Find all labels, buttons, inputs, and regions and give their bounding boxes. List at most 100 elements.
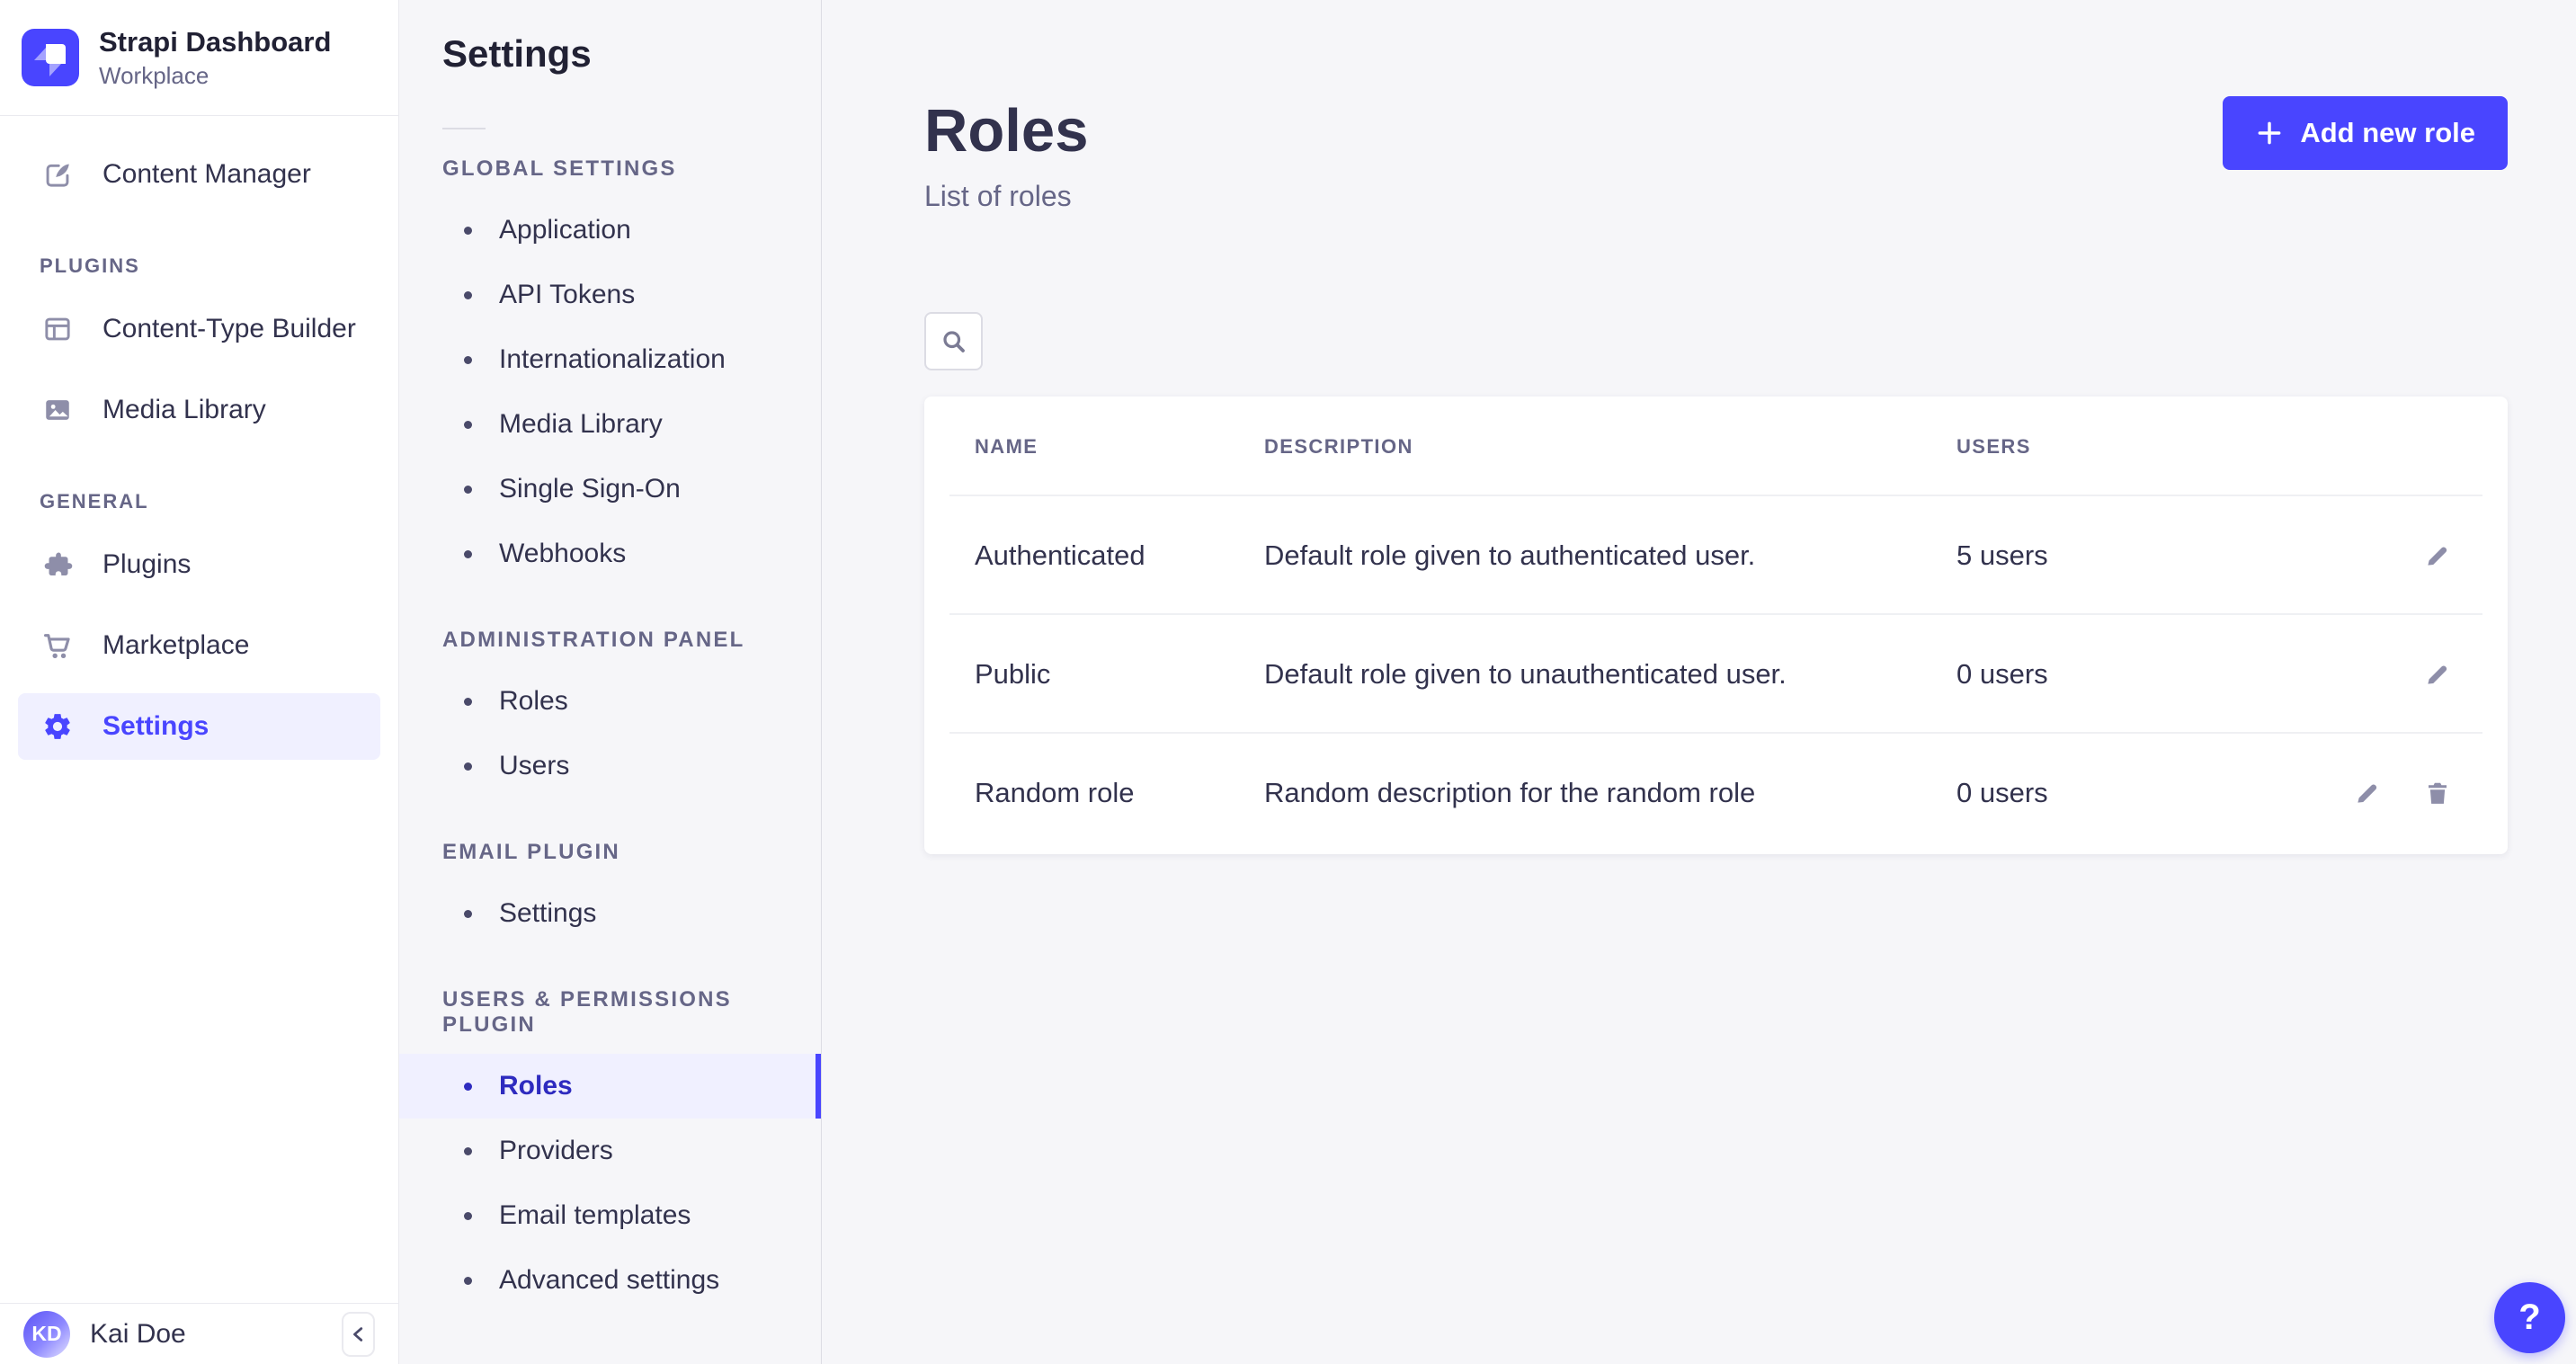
column-header-description: DESCRIPTION: [1264, 435, 1957, 459]
main-content: Roles List of roles Add new role NAME DE…: [822, 0, 2576, 1364]
brand-title: Strapi Dashboard: [99, 26, 331, 58]
user-name: Kai Doe: [90, 1319, 186, 1350]
role-users-count: 5 users: [1957, 539, 2224, 572]
section-users-permissions-plugin: USERS & PERMISSIONS PLUGIN: [442, 987, 778, 1038]
settings-item-label: Webhooks: [499, 539, 626, 569]
sidebar-item-label: Plugins: [103, 549, 191, 580]
help-button-label: ?: [2518, 1297, 2540, 1338]
brand-header: Strapi Dashboard Workplace: [0, 0, 398, 116]
main-nav-list: Content Manager PLUGINS Content-Type Bui…: [0, 116, 398, 760]
settings-sidebar-title: Settings: [442, 32, 821, 76]
settings-item-label: API Tokens: [499, 280, 635, 310]
pencil-icon: [2424, 542, 2451, 569]
add-new-role-button[interactable]: Add new role: [2223, 96, 2508, 170]
column-header-name: NAME: [975, 435, 1264, 459]
sidebar-item-label: Content-Type Builder: [103, 314, 356, 344]
role-name: Random role: [975, 777, 1264, 809]
sidebar-footer: KD Kai Doe: [0, 1303, 398, 1364]
brand-text: Strapi Dashboard Workplace: [99, 26, 331, 90]
row-actions: [2224, 655, 2457, 694]
section-email-plugin: EMAIL PLUGIN: [442, 840, 778, 865]
nav-section-plugins: PLUGINS: [40, 254, 359, 278]
bullet-icon: [464, 1147, 472, 1155]
brand-subtitle: Workplace: [99, 62, 331, 90]
sidebar-item-content-type-builder[interactable]: Content-Type Builder: [18, 296, 380, 362]
bullet-icon: [464, 1277, 472, 1285]
settings-item-label: Application: [499, 215, 631, 245]
sidebar-item-settings[interactable]: Settings: [18, 693, 380, 760]
sidebar-item-label: Settings: [103, 711, 209, 742]
sidebar-item-plugins[interactable]: Plugins: [18, 531, 380, 598]
add-new-role-label: Add new role: [2300, 117, 2475, 149]
chevron-left-icon: [349, 1324, 369, 1344]
nav-section-general: GENERAL: [40, 490, 359, 513]
settings-item-media-library[interactable]: Media Library: [399, 392, 821, 457]
settings-gear-icon: [41, 710, 74, 743]
page-title: Roles: [924, 96, 1088, 165]
settings-item-advanced-settings[interactable]: Advanced settings: [399, 1248, 821, 1313]
section-administration-panel: ADMINISTRATION PANEL: [442, 628, 778, 653]
sidebar-item-media-library[interactable]: Media Library: [18, 377, 380, 443]
role-users-count: 0 users: [1957, 658, 2224, 691]
role-description: Default role given to authenticated user…: [1264, 539, 1957, 572]
strapi-logo-icon: [22, 29, 79, 86]
settings-item-up-roles[interactable]: Roles: [399, 1054, 821, 1119]
bullet-icon: [464, 910, 472, 918]
content-type-builder-icon: [41, 313, 74, 345]
settings-item-label: Advanced settings: [499, 1265, 719, 1296]
bullet-icon: [464, 698, 472, 706]
settings-sidebar: Settings GLOBAL SETTINGS Application API…: [399, 0, 822, 1364]
edit-role-button[interactable]: [2348, 773, 2387, 813]
settings-item-api-tokens[interactable]: API Tokens: [399, 263, 821, 327]
table-row[interactable]: Random role Random description for the r…: [924, 734, 2508, 852]
content-manager-icon: [41, 158, 74, 191]
role-description: Random description for the random role: [1264, 777, 1957, 809]
bullet-icon: [464, 550, 472, 558]
settings-item-admin-users[interactable]: Users: [399, 734, 821, 798]
settings-item-internationalization[interactable]: Internationalization: [399, 327, 821, 392]
settings-item-email-settings[interactable]: Settings: [399, 881, 821, 946]
search-button[interactable]: [924, 312, 983, 370]
sidebar-item-label: Content Manager: [103, 159, 311, 190]
bullet-icon: [464, 227, 472, 235]
help-button[interactable]: ?: [2494, 1282, 2565, 1353]
settings-item-label: Settings: [499, 898, 596, 929]
page-header: Roles List of roles Add new role: [822, 0, 2576, 213]
delete-role-button[interactable]: [2418, 773, 2457, 813]
search-icon: [940, 328, 967, 355]
settings-item-admin-roles[interactable]: Roles: [399, 669, 821, 734]
table-row[interactable]: Public Default role given to unauthentic…: [924, 615, 2508, 734]
role-description: Default role given to unauthenticated us…: [1264, 658, 1957, 691]
settings-item-providers[interactable]: Providers: [399, 1119, 821, 1183]
page-heading-block: Roles List of roles: [924, 96, 1088, 213]
role-name: Public: [975, 658, 1264, 691]
trash-icon: [2424, 780, 2451, 807]
app-root: Strapi Dashboard Workplace Content Manag…: [0, 0, 2576, 1364]
collapse-sidebar-button[interactable]: [342, 1312, 375, 1357]
settings-item-label: Email templates: [499, 1200, 691, 1231]
divider: [442, 128, 486, 129]
table-row[interactable]: Authenticated Default role given to auth…: [924, 496, 2508, 615]
plugins-puzzle-icon: [41, 548, 74, 581]
sidebar-item-marketplace[interactable]: Marketplace: [18, 612, 380, 679]
settings-item-webhooks[interactable]: Webhooks: [399, 522, 821, 586]
sidebar-item-content-manager[interactable]: Content Manager: [18, 141, 380, 208]
bullet-icon: [464, 1083, 472, 1091]
role-users-count: 0 users: [1957, 777, 2224, 809]
edit-role-button[interactable]: [2418, 655, 2457, 694]
edit-role-button[interactable]: [2418, 536, 2457, 575]
bullet-icon: [464, 762, 472, 771]
bullet-icon: [464, 291, 472, 299]
role-name: Authenticated: [975, 539, 1264, 572]
sidebar-item-label: Media Library: [103, 395, 266, 425]
main-sidebar: Strapi Dashboard Workplace Content Manag…: [0, 0, 399, 1364]
settings-item-single-sign-on[interactable]: Single Sign-On: [399, 457, 821, 522]
section-global-settings: GLOBAL SETTINGS: [442, 156, 778, 182]
avatar[interactable]: KD: [23, 1311, 70, 1358]
page-subtitle: List of roles: [924, 180, 1088, 213]
settings-item-application[interactable]: Application: [399, 198, 821, 263]
settings-item-label: Single Sign-On: [499, 474, 681, 504]
settings-item-email-templates[interactable]: Email templates: [399, 1183, 821, 1248]
roles-table-card: NAME DESCRIPTION USERS Authenticated Def…: [924, 397, 2508, 854]
settings-item-label: Roles: [499, 686, 568, 717]
